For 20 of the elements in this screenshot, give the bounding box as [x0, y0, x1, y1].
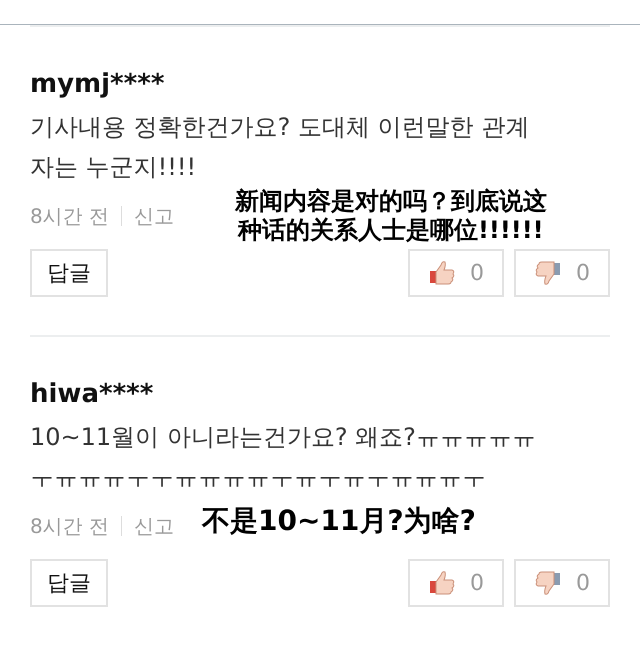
like-button[interactable]: 0	[408, 249, 504, 297]
username: hiwa****	[30, 378, 154, 411]
report-link[interactable]: 신고	[134, 202, 174, 230]
thumbs-up-icon	[428, 570, 456, 596]
thumbs-down-icon	[534, 570, 562, 596]
like-button[interactable]: 0	[408, 559, 504, 607]
thumbs-down-icon	[534, 260, 562, 286]
translation-caption: 新闻内容是对的吗？到底说这种话的关系人士是哪位!!!!!!	[234, 187, 548, 245]
dislike-button[interactable]: 0	[514, 559, 610, 607]
username: mymj****	[30, 68, 166, 101]
thumbs-up-icon	[428, 260, 456, 286]
timestamp: 8시간 전	[30, 202, 110, 230]
report-link[interactable]: 신고	[134, 512, 174, 540]
comment-text: 10~11월이 아니라는건가요? 왜죠?ㅠㅠㅠㅠㅠㅜㅠㅠㅠㅜㅜㅠㅠㅠㅠㅜㅠㅜㅠㅜㅠㅠㅠㅜ	[30, 422, 537, 493]
reply-button[interactable]: 답글	[30, 249, 108, 297]
dislike-button[interactable]: 0	[514, 249, 610, 297]
timestamp: 8시간 전	[30, 512, 110, 540]
comment-text: 기사내용 정확한건가요? 도대체 이런말한 관계자는 누군지!!!!	[30, 112, 530, 183]
translation-caption: 不是10~11月?为啥?	[202, 503, 476, 539]
reply-button[interactable]: 답글	[30, 559, 108, 607]
